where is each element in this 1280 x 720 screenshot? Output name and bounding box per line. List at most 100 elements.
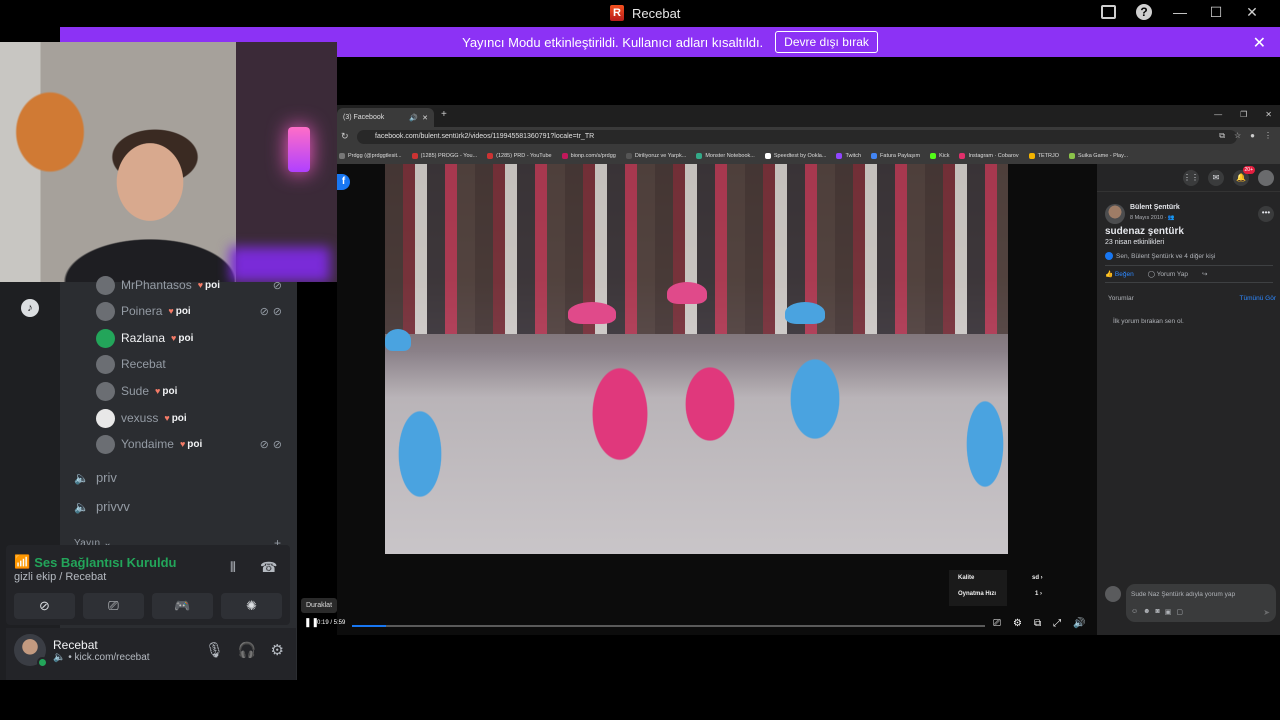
quality-value[interactable]: sd › (1032, 575, 1043, 581)
avatar[interactable] (1258, 170, 1274, 186)
bookmark-item[interactable]: TETRJO (1028, 152, 1059, 159)
menu-grid-icon[interactable]: ⋮⋮ (1183, 170, 1199, 186)
close-tab-icon[interactable]: ✕ (422, 114, 428, 122)
headphones-icon[interactable]: 🎧 (238, 641, 257, 659)
screen-share-button[interactable]: ⎚ (83, 593, 144, 619)
bookmark-item[interactable]: Diriliyoruz ve Yarpk... (625, 152, 686, 159)
bookmark-item[interactable]: Speedtest by Ookla... (764, 152, 826, 159)
disconnect-icon[interactable]: ☎ (260, 559, 277, 576)
extension-icon[interactable]: ⧉ (1219, 131, 1225, 141)
settings-gear-icon[interactable]: ⚙ (271, 641, 284, 659)
sticker-icon[interactable]: ☺ (1131, 608, 1138, 616)
quality-label[interactable]: Kalite (958, 575, 974, 581)
avatar (96, 354, 115, 374)
captions-icon[interactable]: ⎚ (993, 618, 1001, 629)
emoji-icon[interactable]: ☻ (1143, 608, 1150, 616)
minimize-icon[interactable]: — (1172, 4, 1188, 20)
activities-button[interactable]: 🎮 (152, 593, 213, 619)
voice-user[interactable]: Yondaime ♥ poi ⊘⊘ (96, 433, 286, 455)
picture-in-picture-icon[interactable]: ⧉ (1034, 618, 1041, 629)
voice-user[interactable]: MrPhantasos ♥ poi ⊘ (96, 274, 286, 296)
title-bar: R Recebat ? — ☐ ✕ (0, 0, 1280, 27)
voice-user[interactable]: vexuss ♥ poi (96, 407, 286, 429)
send-icon[interactable]: ➤ (1263, 608, 1270, 617)
noise-suppression-icon[interactable]: ⫴ (230, 559, 236, 576)
sticker-icon[interactable]: ▢ (1176, 608, 1183, 616)
camera-off-button[interactable]: ⊘ (14, 593, 75, 619)
more-options-icon[interactable]: ••• (1258, 206, 1274, 222)
fullscreen-icon[interactable]: ⤢ (1053, 618, 1061, 629)
progress-bar[interactable] (352, 625, 985, 627)
facebook-logo-icon[interactable]: f (337, 174, 350, 190)
help-icon[interactable]: ? (1136, 4, 1152, 20)
avatar[interactable] (1105, 204, 1125, 224)
voice-channel-privvv[interactable]: 🔈 privvv (74, 499, 130, 514)
post-date[interactable]: 8 Mayıs 2010 · 👥 (1130, 215, 1175, 221)
voice-user[interactable]: Sude ♥ poi (96, 380, 286, 402)
bookmark-item[interactable]: Monster Notebook... (696, 152, 755, 159)
discovery-icon[interactable]: ♪ (21, 299, 39, 317)
inbox-icon[interactable] (1101, 5, 1116, 19)
soundboard-button[interactable]: ✺ (221, 593, 282, 619)
voice-user[interactable]: Recebat (96, 353, 286, 375)
maximize-icon[interactable]: ☐ (1208, 4, 1224, 20)
post-author[interactable]: Bülent Şentürk (1130, 204, 1180, 211)
user-badge: ♥ poi (171, 332, 194, 344)
bookmark-star-icon[interactable]: ☆ (1234, 131, 1241, 141)
mute-tab-icon[interactable]: 🔊 (409, 114, 418, 122)
bookmark-item[interactable]: Suika Game - Play... (1069, 152, 1128, 159)
thumbs-up-icon: 👍 (1105, 271, 1114, 278)
video-player[interactable] (385, 164, 1008, 554)
bookmark-item[interactable]: Twitch (836, 152, 861, 159)
like-button[interactable]: 👍 Beğen (1105, 270, 1134, 278)
reload-icon[interactable]: ↻ (341, 131, 349, 142)
messenger-icon[interactable]: ✉ (1208, 170, 1224, 186)
disable-streamer-mode-button[interactable]: Devre dışı bırak (775, 31, 878, 53)
browser-window: (3) Facebook 🔊 ✕ + — ❐ ✕ ↻ facebook.com/b… (304, 105, 1280, 635)
gif-icon[interactable]: ▣ (1165, 608, 1172, 616)
voice-user[interactable]: Razlana ♥ poi (96, 327, 286, 349)
bookmark-item[interactable]: Fatura Paylaşım (871, 152, 920, 159)
voice-user[interactable]: Poinera ♥ poi ⊘⊘ (96, 300, 286, 322)
comment-button[interactable]: ◯ Yorum Yap (1148, 270, 1188, 278)
menu-icon[interactable]: ⋮ (1264, 131, 1272, 141)
settings-gear-icon[interactable]: ⚙ (1013, 618, 1022, 629)
bookmark-item[interactable]: bionp.com/s/prdgg (561, 152, 616, 159)
see-all-comments-link[interactable]: Tümünü Gör (1240, 295, 1277, 302)
playback-speed-label[interactable]: Oynatma Hızı (958, 591, 996, 597)
video-time: 0:19 / 5:59 (317, 620, 346, 626)
microphone-icon[interactable]: 🎙 (205, 641, 224, 659)
comment-input[interactable]: Sude Naz Şentürk adıyla yorum yap ☺ ☻ ◙ … (1126, 584, 1276, 622)
camera-icon[interactable]: ◙ (1156, 608, 1160, 616)
profile-icon[interactable]: ● (1250, 131, 1255, 141)
share-icon[interactable]: ↪ (1202, 270, 1207, 278)
playback-speed-value[interactable]: 1 › (1035, 591, 1042, 597)
url-field[interactable]: facebook.com/bulent.sentürk2/videos/1199… (357, 130, 1237, 144)
restore-icon[interactable]: ❐ (1240, 110, 1247, 119)
voice-channel-priv[interactable]: 🔈 priv (74, 470, 117, 485)
close-window-icon[interactable]: ✕ (1244, 4, 1260, 20)
empty-comments-text: İlk yorum bırakan sen ol. (1113, 318, 1184, 325)
new-tab-icon[interactable]: + (441, 109, 447, 120)
reactions-summary[interactable]: Sen, Bülent Şentürk ve 4 diğer kişi (1105, 252, 1215, 260)
tab-facebook[interactable]: (3) Facebook 🔊 ✕ (337, 108, 434, 127)
close-icon[interactable]: ✕ (1253, 33, 1266, 53)
close-window-icon[interactable]: ✕ (1265, 110, 1272, 119)
voice-status[interactable]: 📶 Ses Bağlantısı Kuruldu (14, 554, 177, 570)
voice-channel-path[interactable]: gizli ekip / Recebat (14, 571, 106, 583)
minimize-icon[interactable]: — (1214, 110, 1222, 119)
bookmark-item[interactable]: Prdgg (@prdggtlesit... (339, 152, 402, 159)
avatar (96, 328, 115, 348)
bookmark-item[interactable]: (1285) PROGG - You... (411, 152, 477, 159)
notifications-bell-icon[interactable]: 🔔 20+ (1233, 166, 1255, 186)
bookmark-item[interactable]: Kick (930, 152, 949, 159)
volume-icon[interactable]: 🔊 (1073, 618, 1085, 629)
favicon-icon (871, 152, 878, 159)
user-badge: ♥ poi (155, 385, 178, 397)
heart-icon: ♥ (197, 280, 204, 290)
bookmark-item[interactable]: (1285) PRD - YouTube (487, 152, 552, 159)
tab-bar: (3) Facebook 🔊 ✕ + — ❐ ✕ (337, 105, 1280, 127)
avatar[interactable] (14, 634, 48, 668)
bookmark-item[interactable]: Instagram · Cobarov (959, 152, 1019, 159)
user-name: Sude (121, 384, 150, 398)
